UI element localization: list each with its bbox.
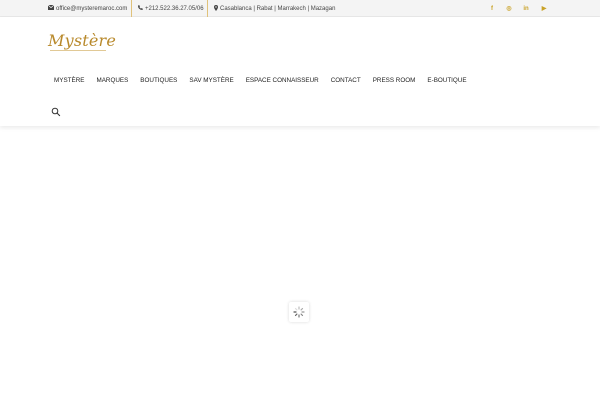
nav-item-boutiques[interactable]: BOUTIQUES [134, 77, 183, 84]
nav-item-e-boutique[interactable]: E-BOUTIQUE [421, 77, 472, 84]
email-text: office@mysteremaroc.com [56, 5, 128, 12]
youtube-icon[interactable]: ▶ [538, 0, 550, 17]
topbar-divider [207, 0, 208, 17]
locations-text: Casablanca | Rabat | Marrakech | Mazagan [220, 5, 336, 12]
top-bar: office@mysteremaroc.com +212.522.36.27.0… [0, 0, 600, 17]
linkedin-icon[interactable]: in [520, 0, 532, 17]
page-loader [289, 302, 309, 322]
map-marker-icon [214, 4, 218, 13]
logo-text: Mystère [48, 31, 117, 50]
search-icon[interactable] [51, 104, 61, 117]
nav-item-contact[interactable]: CONTACT [325, 77, 367, 84]
logo-underline [50, 50, 106, 51]
nav-item-mystere[interactable]: MYSTÈRE [48, 77, 90, 84]
nav-item-sav-mystere[interactable]: SAV MYSTÈRE [183, 77, 239, 84]
site-logo[interactable]: Mystère [48, 31, 117, 51]
locations: Casablanca | Rabat | Marrakech | Mazagan [214, 0, 335, 17]
nav-item-press-room[interactable]: PRESS ROOM [367, 77, 422, 84]
phone-text: +212.522.36.27.05/06 [145, 5, 204, 12]
email-contact[interactable]: office@mysteremaroc.com [47, 0, 128, 17]
loading-spinner-icon [293, 306, 305, 318]
phone-icon [138, 5, 143, 12]
topbar-divider [131, 0, 132, 17]
phone-contact[interactable]: +212.522.36.27.05/06 [138, 0, 204, 17]
facebook-icon[interactable]: f [486, 0, 498, 17]
envelope-icon [47, 4, 55, 12]
nav-item-espace-connaisseur[interactable]: ESPACE CONNAISSEUR [240, 77, 325, 84]
site-header: Mystère MYSTÈRE MARQUES BOUTIQUES SAV MY… [0, 17, 600, 126]
nav-item-marques[interactable]: MARQUES [90, 77, 134, 84]
instagram-icon[interactable]: ◎ [503, 0, 515, 17]
main-nav: MYSTÈRE MARQUES BOUTIQUES SAV MYSTÈRE ES… [48, 72, 473, 88]
